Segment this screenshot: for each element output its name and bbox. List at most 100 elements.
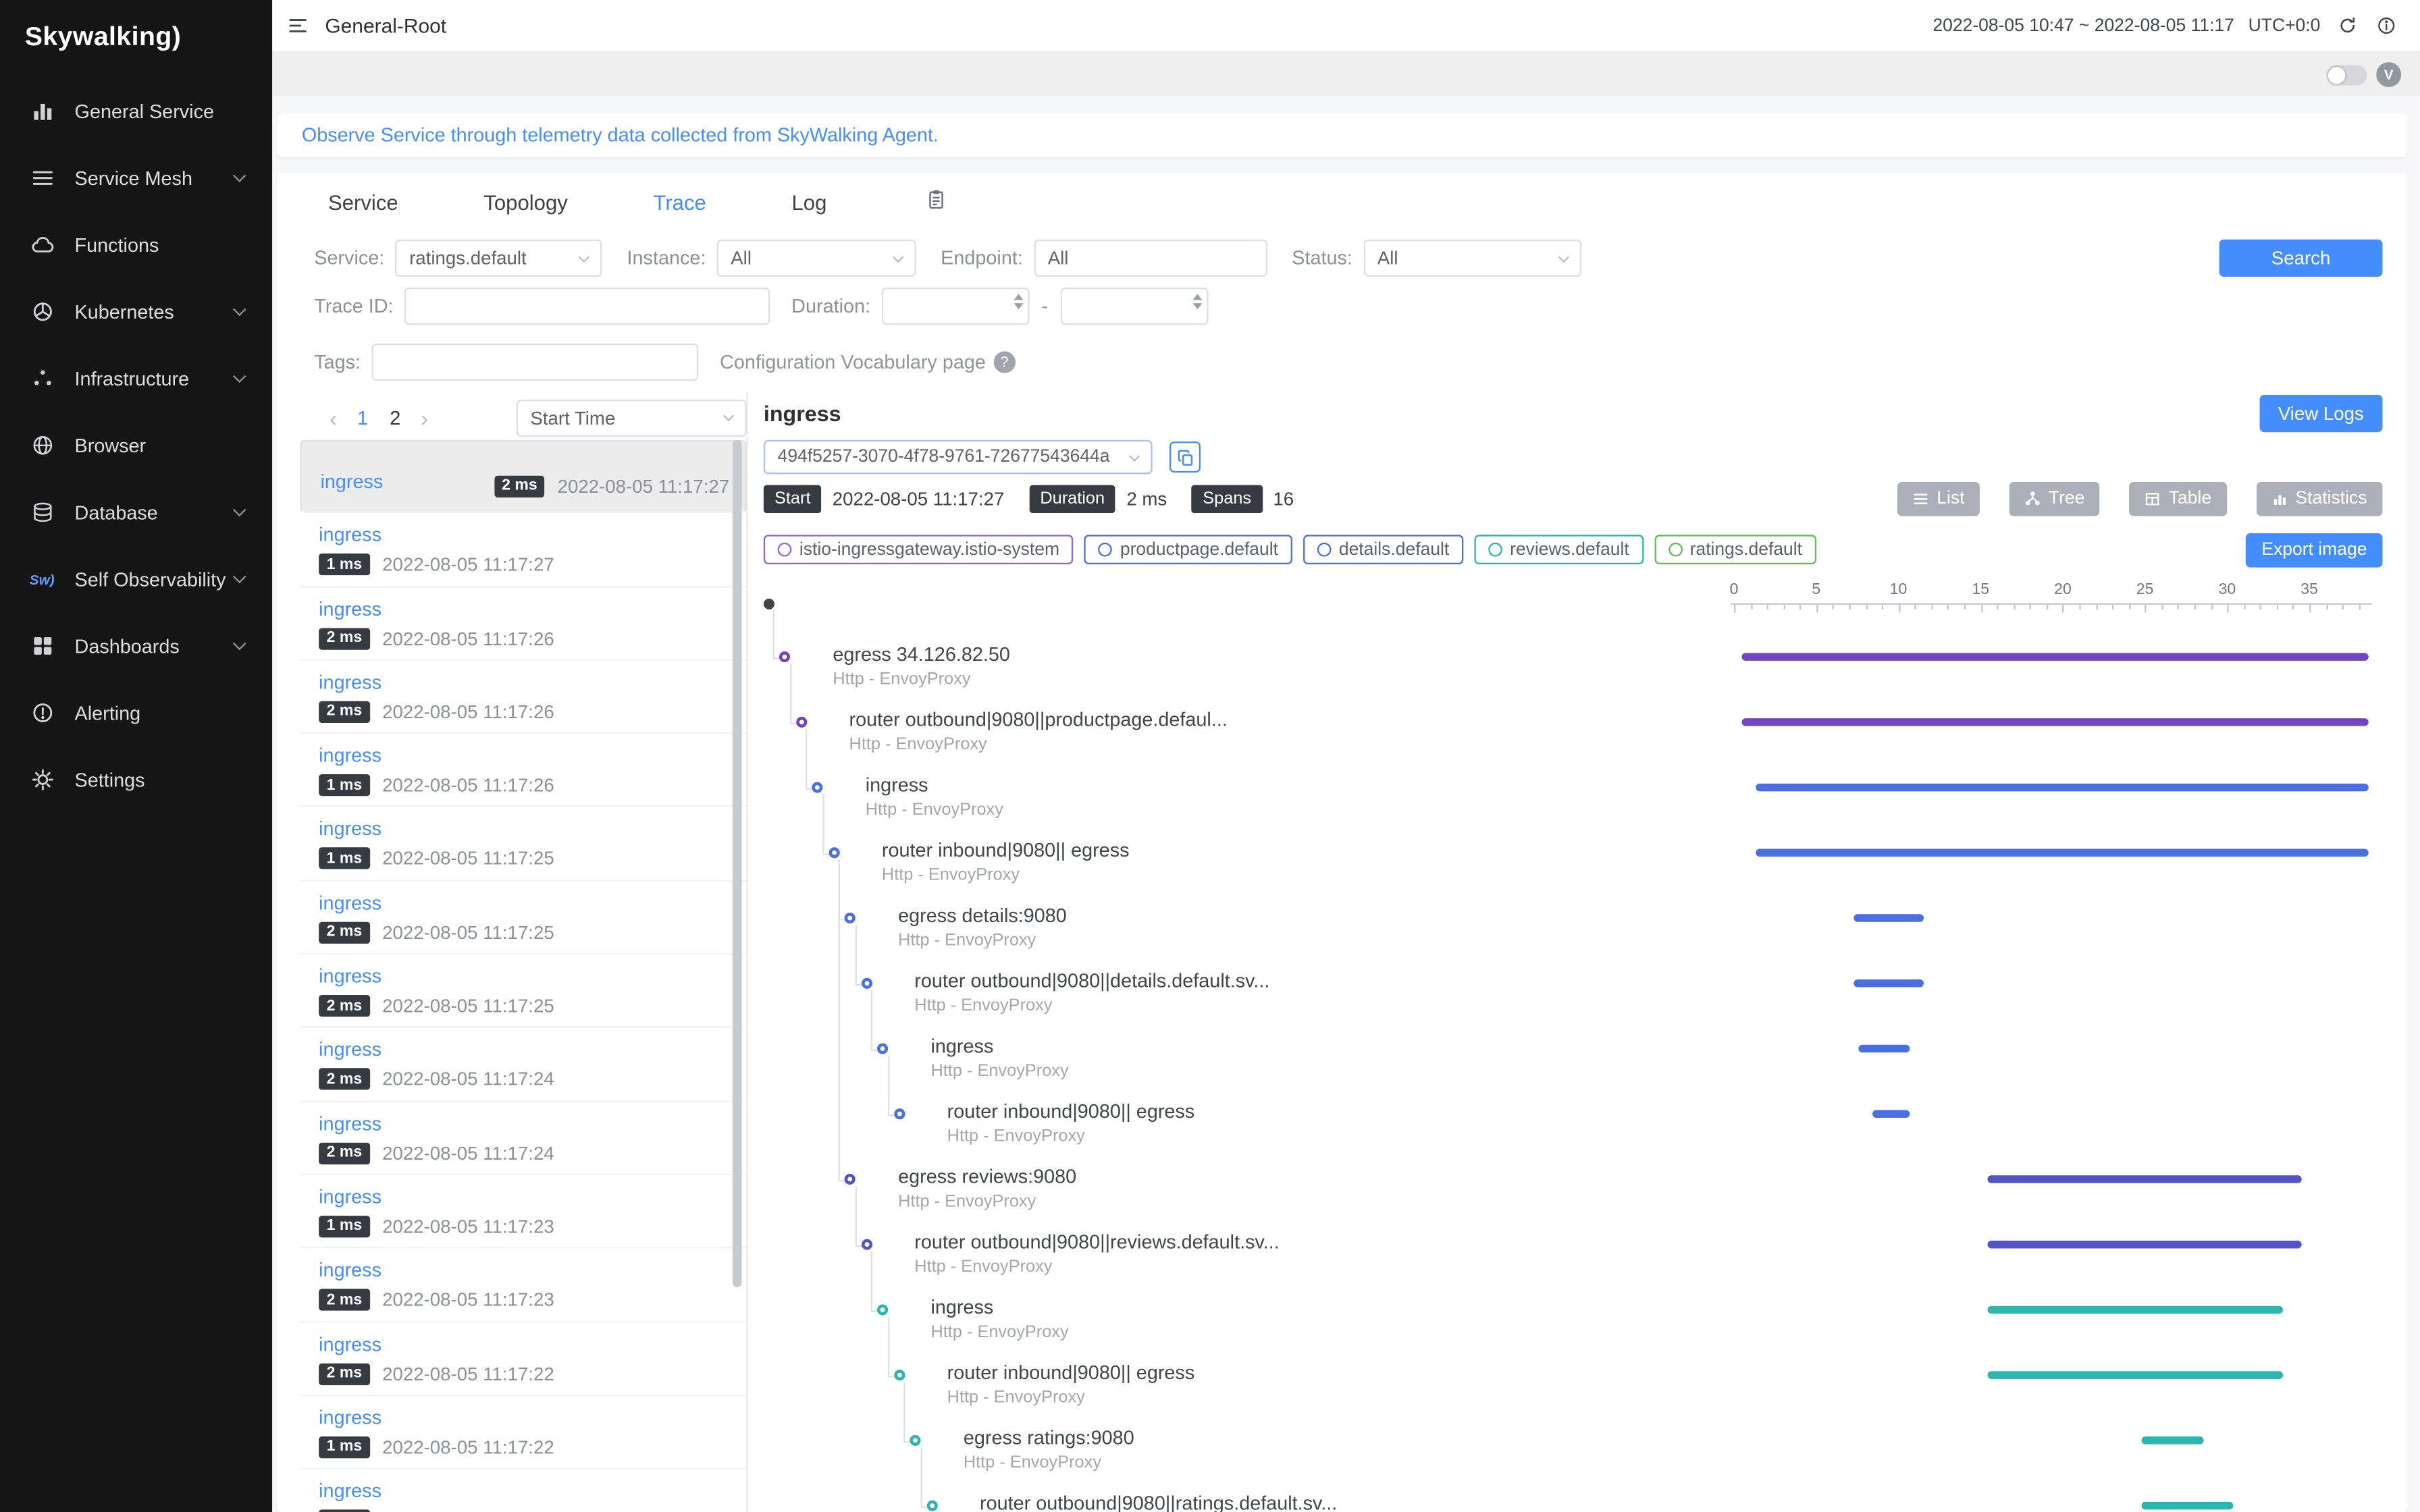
- span-row[interactable]: egress details:9080Http - EnvoyProxy: [748, 905, 2408, 970]
- sidebar-item-general-service[interactable]: General Service: [0, 78, 272, 144]
- duration-max-wrap: [1060, 288, 1208, 325]
- span-row[interactable]: router outbound|9080||details.default.sv…: [748, 970, 2408, 1035]
- sidebar-item-settings[interactable]: Settings: [0, 747, 272, 813]
- scrollbar[interactable]: [733, 440, 742, 1287]
- span-dot[interactable]: [763, 598, 774, 609]
- span-duration-bar[interactable]: [2142, 1502, 2234, 1510]
- skywalking-logo[interactable]: Skywalking): [0, 0, 272, 78]
- config-vocabulary-link[interactable]: Configuration Vocabulary page: [720, 352, 986, 373]
- sidebar-item-database[interactable]: Database: [0, 479, 272, 545]
- trace-list-item[interactable]: ingress 2 ms 2022-08-05 11:17:22: [300, 1322, 747, 1396]
- trace-list-item[interactable]: ingress 2 ms 2022-08-05 11:17:27: [300, 440, 747, 514]
- tags-input[interactable]: [371, 344, 698, 381]
- spinner-icons[interactable]: [1014, 294, 1023, 309]
- status-select[interactable]: All: [1363, 240, 1581, 277]
- span-duration-bar[interactable]: [1859, 1045, 1910, 1053]
- trace-list-item[interactable]: ingress 2 ms 2022-08-05 11:17:23: [300, 1249, 747, 1322]
- page-1[interactable]: 1: [346, 406, 379, 428]
- sidebar-item-functions[interactable]: Functions: [0, 211, 272, 278]
- search-button[interactable]: Search: [2219, 240, 2383, 277]
- prev-page-icon[interactable]: ‹: [320, 405, 346, 430]
- refresh-icon[interactable]: [2334, 14, 2359, 38]
- span-duration-bar[interactable]: [1987, 1371, 2283, 1379]
- instance-select[interactable]: All: [717, 240, 916, 277]
- tab-topology[interactable]: Topology: [483, 191, 567, 215]
- duration-min-input[interactable]: [881, 288, 1029, 325]
- trace-list-item[interactable]: ingress 1 ms 2022-08-05 11:17:22: [300, 1396, 747, 1469]
- span-row[interactable]: ingressHttp - EnvoyProxy: [748, 1297, 2408, 1362]
- span-row[interactable]: egress 34.126.82.50Http - EnvoyProxy: [748, 644, 2408, 709]
- spinner-icons[interactable]: [1192, 294, 1202, 309]
- trace-list-item[interactable]: ingress 2 ms 2022-08-05 11:17:22: [300, 1469, 747, 1512]
- span-dot[interactable]: [877, 1304, 888, 1315]
- tab-service[interactable]: Service: [328, 191, 398, 215]
- help-icon[interactable]: ?: [993, 352, 1015, 373]
- span-name: ingress: [930, 1297, 993, 1318]
- span-duration-bar[interactable]: [1756, 784, 2369, 792]
- sort-select[interactable]: Start Time: [517, 399, 747, 436]
- sidebar-item-browser[interactable]: Browser: [0, 412, 272, 479]
- span-duration-bar[interactable]: [1742, 653, 2369, 661]
- span-dot[interactable]: [877, 1043, 888, 1054]
- clipboard-icon[interactable]: [925, 188, 947, 218]
- span-dot[interactable]: [812, 782, 822, 793]
- info-icon[interactable]: [2373, 14, 2398, 38]
- duration-dash: -: [1041, 296, 1048, 317]
- span-duration-bar[interactable]: [1987, 1306, 2283, 1314]
- span-row[interactable]: egress reviews:9080Http - EnvoyProxy: [748, 1166, 2408, 1231]
- trace-list-item[interactable]: ingress 2 ms 2022-08-05 11:17:24: [300, 1028, 747, 1102]
- trace-list-item[interactable]: ingress 1 ms 2022-08-05 11:17:23: [300, 1175, 747, 1249]
- duration-max-input[interactable]: [1060, 288, 1208, 325]
- span-duration-bar[interactable]: [1872, 1110, 1910, 1118]
- main-card: Service Topology Trace Log Service: rati…: [277, 173, 2407, 1512]
- tab-trace[interactable]: Trace: [653, 191, 706, 215]
- span-layer: Http - EnvoyProxy: [930, 1062, 1068, 1081]
- menu-icon[interactable]: [284, 14, 309, 38]
- span-row[interactable]: router inbound|9080|| egressHttp - Envoy…: [748, 840, 2408, 905]
- sidebar-item-service-mesh[interactable]: Service Mesh: [0, 144, 272, 211]
- sidebar-item-dashboards[interactable]: Dashboards: [0, 612, 272, 679]
- span-duration-bar[interactable]: [1987, 1241, 2301, 1249]
- version-toggle[interactable]: [2327, 65, 2367, 85]
- sidebar-item-self-observability[interactable]: Sw) Self Observability: [0, 545, 272, 612]
- span-duration-bar[interactable]: [1854, 979, 1923, 988]
- span-duration-bar[interactable]: [1987, 1175, 2301, 1183]
- span-dot[interactable]: [845, 1174, 856, 1185]
- span-dot[interactable]: [910, 1435, 920, 1446]
- span-duration-bar[interactable]: [1742, 718, 2369, 726]
- trace-list-item[interactable]: ingress 1 ms 2022-08-05 11:17:27: [300, 514, 747, 587]
- span-duration-bar[interactable]: [1854, 914, 1923, 922]
- tab-log[interactable]: Log: [792, 191, 827, 215]
- sidebar-item-infrastructure[interactable]: Infrastructure: [0, 345, 272, 412]
- span-row[interactable]: router outbound|9080||productpage.defaul…: [748, 709, 2408, 774]
- span-duration-bar[interactable]: [2142, 1436, 2204, 1444]
- service-select[interactable]: ratings.default: [395, 240, 602, 277]
- span-duration-bar[interactable]: [1756, 849, 2369, 857]
- span-name: router outbound|9080||ratings.default.sv…: [980, 1492, 1337, 1512]
- next-page-icon[interactable]: ›: [411, 405, 437, 430]
- span-row[interactable]: router inbound|9080|| egressHttp - Envoy…: [748, 1362, 2408, 1428]
- sidebar-item-alerting[interactable]: Alerting: [0, 679, 272, 746]
- trace-list-item[interactable]: ingress 2 ms 2022-08-05 11:17:26: [300, 587, 747, 661]
- trace-panes: ‹ 12 › Start Time ingress 2 ms 2022-08-0…: [277, 392, 2407, 1512]
- trace-list-item[interactable]: ingress 1 ms 2022-08-05 11:17:25: [300, 807, 747, 881]
- span-dot[interactable]: [779, 651, 790, 662]
- trace-list-item[interactable]: ingress 2 ms 2022-08-05 11:17:25: [300, 954, 747, 1028]
- trace-id-input[interactable]: [404, 288, 770, 325]
- span-row[interactable]: egress ratings:9080Http - EnvoyProxy: [748, 1427, 2408, 1492]
- page-2[interactable]: 2: [379, 406, 411, 428]
- sidebar-item-kubernetes[interactable]: Kubernetes: [0, 278, 272, 345]
- span-dot[interactable]: [845, 913, 856, 923]
- span-row[interactable]: ingressHttp - EnvoyProxy: [748, 774, 2408, 840]
- trace-list-item[interactable]: ingress 2 ms 2022-08-05 11:17:24: [300, 1102, 747, 1175]
- span-row[interactable]: router inbound|9080|| egressHttp - Envoy…: [748, 1101, 2408, 1166]
- trace-list-item[interactable]: ingress 1 ms 2022-08-05 11:17:26: [300, 734, 747, 808]
- span-row[interactable]: router outbound|9080||ratings.default.sv…: [748, 1492, 2408, 1512]
- span-row[interactable]: router outbound|9080||reviews.default.sv…: [748, 1231, 2408, 1297]
- timezone[interactable]: UTC+0:0: [2248, 16, 2321, 35]
- span-row[interactable]: ingressHttp - EnvoyProxy: [748, 1035, 2408, 1101]
- time-range[interactable]: 2022-08-05 10:47 ~ 2022-08-05 11:17: [1932, 16, 2234, 35]
- trace-list-item[interactable]: ingress 2 ms 2022-08-05 11:17:26: [300, 661, 747, 734]
- trace-list-item[interactable]: ingress 2 ms 2022-08-05 11:17:25: [300, 881, 747, 954]
- endpoint-input[interactable]: [1034, 240, 1267, 277]
